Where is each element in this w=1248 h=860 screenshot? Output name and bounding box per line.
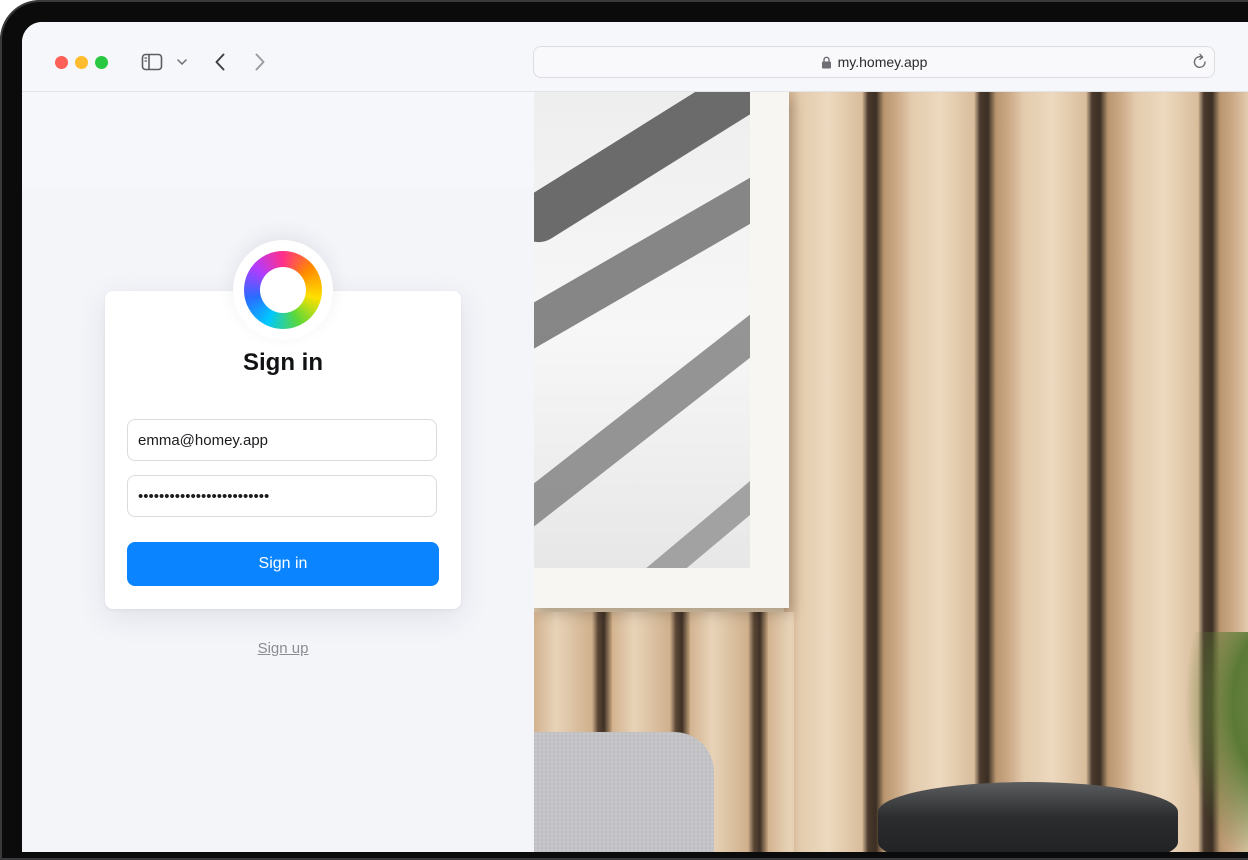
reload-icon[interactable] xyxy=(1192,52,1208,70)
chevron-left-icon[interactable] xyxy=(208,50,232,74)
homey-device xyxy=(878,782,1178,852)
close-window-button[interactable] xyxy=(55,56,68,69)
device-frame: my.homey.app Sign in emma@homey.app ••••… xyxy=(0,0,1248,860)
homey-logo-icon xyxy=(244,251,322,329)
password-field[interactable]: ••••••••••••••••••••••••• xyxy=(127,475,437,517)
lock-icon xyxy=(821,56,832,69)
address-bar[interactable]: my.homey.app xyxy=(533,46,1215,78)
signin-pane: Sign in emma@homey.app •••••••••••••••••… xyxy=(22,92,534,852)
chevron-down-icon[interactable] xyxy=(172,50,192,74)
signin-title: Sign in xyxy=(243,349,323,376)
signup-link[interactable]: Sign up xyxy=(22,640,544,657)
wall-art-frame xyxy=(534,92,789,608)
sidebar-icon[interactable] xyxy=(140,50,164,74)
minimize-window-button[interactable] xyxy=(75,56,88,69)
plant xyxy=(1184,632,1248,852)
hero-photo xyxy=(534,92,1248,852)
url-text: my.homey.app xyxy=(837,54,928,70)
zoom-window-button[interactable] xyxy=(95,56,108,69)
email-field[interactable]: emma@homey.app xyxy=(127,419,437,461)
signin-button[interactable]: Sign in xyxy=(127,542,439,586)
chevron-right-icon[interactable] xyxy=(248,50,272,74)
sofa xyxy=(534,732,714,852)
browser-toolbar: my.homey.app xyxy=(22,22,1248,92)
browser-window: my.homey.app Sign in emma@homey.app ••••… xyxy=(22,22,1248,852)
homey-logo xyxy=(233,240,333,340)
